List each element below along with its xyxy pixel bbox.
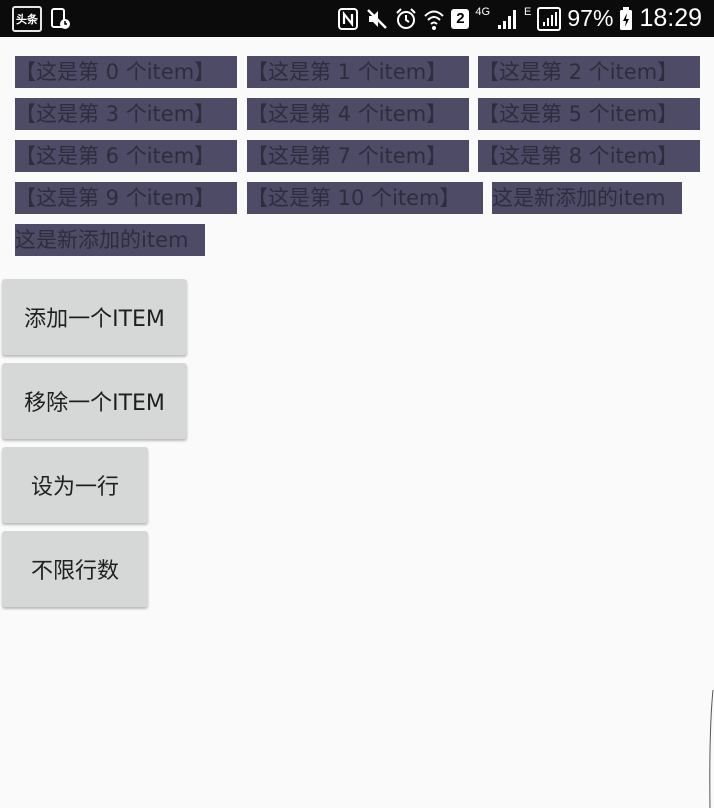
flow-tag-item[interactable]: 【这是第 1 个item】 <box>247 56 469 88</box>
wifi-icon <box>423 7 445 31</box>
flow-tag-item[interactable]: 【这是第 2 个item】 <box>478 56 700 88</box>
mute-icon <box>365 7 389 31</box>
single-line-button[interactable]: 设为一行 <box>2 447 148 523</box>
signal-icon <box>496 7 518 31</box>
flow-tag-item[interactable]: 【这是第 7 个item】 <box>247 140 469 172</box>
add-item-button[interactable]: 添加一个ITEM <box>2 279 187 355</box>
network-type-4g: 4G <box>475 5 491 18</box>
network-type-e: E <box>524 5 532 18</box>
toutiao-app-icon: 头条 <box>12 6 42 32</box>
battery-icon <box>619 6 633 31</box>
screenshot-icon <box>50 7 72 31</box>
sim2-icon: 2 <box>451 8 470 29</box>
flow-tag-item[interactable]: 这是新添加的item <box>15 224 205 256</box>
flow-tag-item[interactable]: 【这是第 8 个item】 <box>478 140 700 172</box>
battery-percent: 97% <box>567 5 614 31</box>
flow-tag-item[interactable]: 【这是第 4 个item】 <box>247 98 469 130</box>
alarm-icon <box>395 7 417 31</box>
flow-tag-item[interactable]: 【这是第 10 个item】 <box>247 182 483 214</box>
flow-tag-item[interactable]: 【这是第 3 个item】 <box>15 98 237 130</box>
flow-tag-item[interactable]: 【这是第 0 个item】 <box>15 56 237 88</box>
flow-tag-item[interactable]: 【这是第 5 个item】 <box>478 98 700 130</box>
flow-tag-item[interactable]: 这是新添加的item <box>492 182 682 214</box>
signal-icon-2 <box>537 6 562 31</box>
screen-edge-curve <box>709 690 714 808</box>
clock-time: 18:29 <box>639 4 702 32</box>
unlimited-lines-button[interactable]: 不限行数 <box>2 531 148 607</box>
remove-item-button[interactable]: 移除一个ITEM <box>2 363 187 439</box>
flow-tag-item[interactable]: 【这是第 9 个item】 <box>15 182 237 214</box>
nfc-icon <box>337 7 359 31</box>
status-bar: 头条 2 4G E 97% 18:29 <box>0 0 714 37</box>
flow-tag-item[interactable]: 【这是第 6 个item】 <box>15 140 237 172</box>
